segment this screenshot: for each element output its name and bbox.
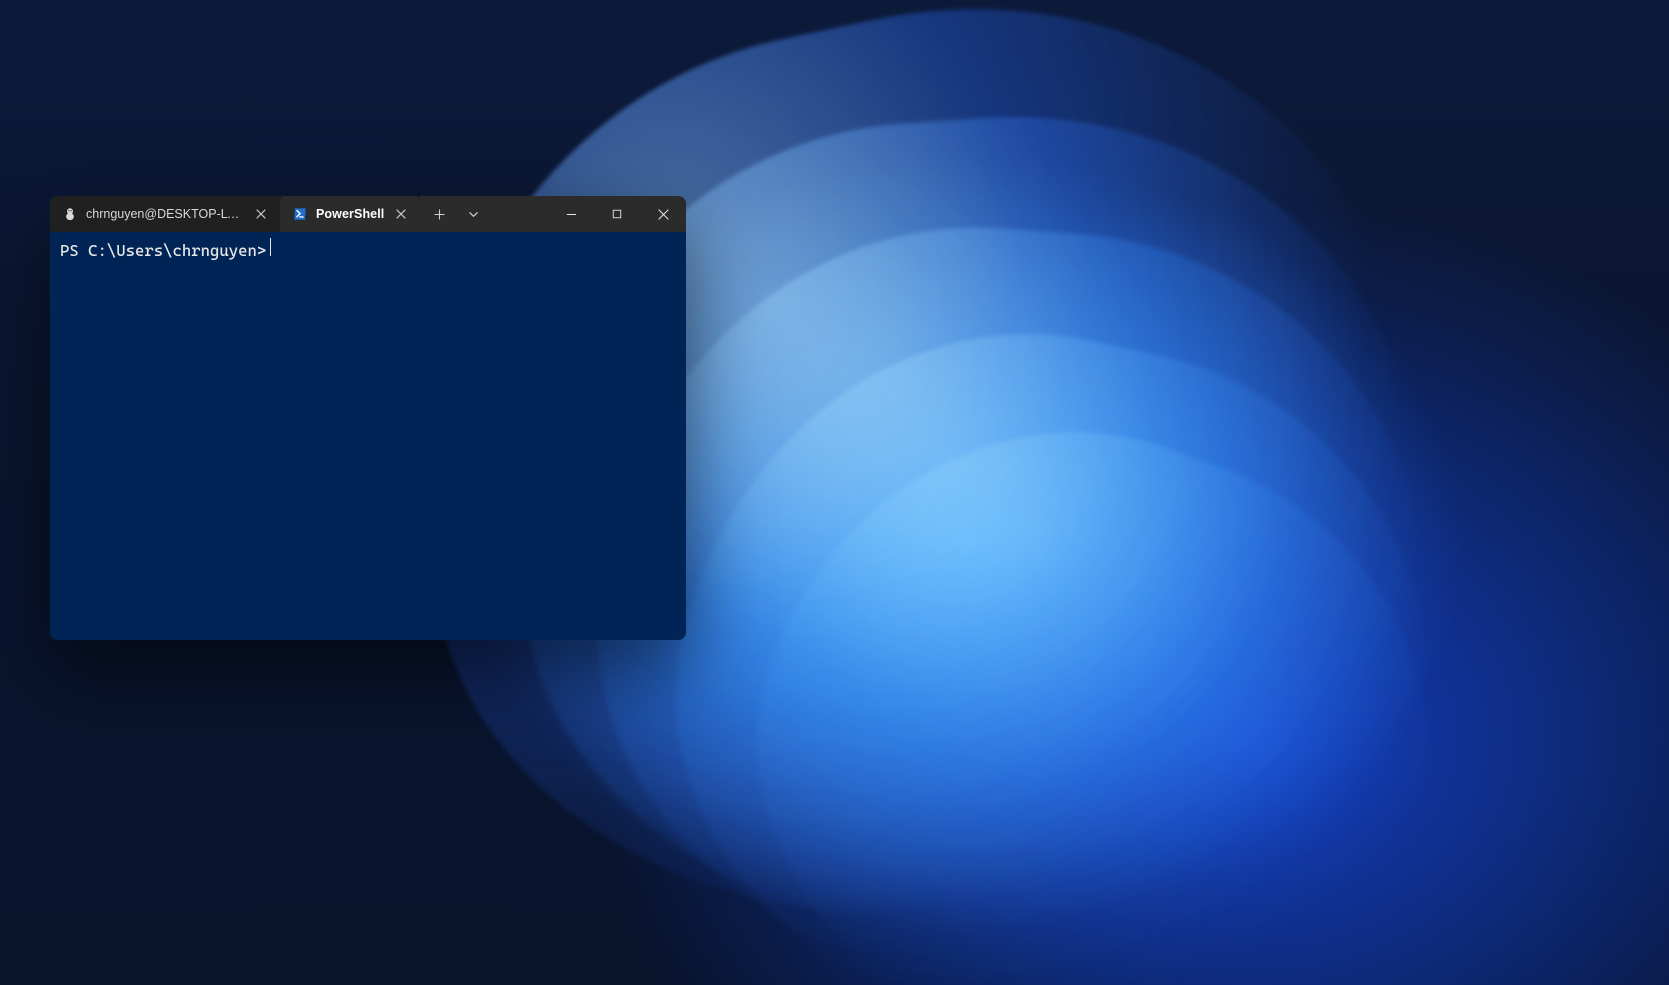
close-icon xyxy=(256,209,266,219)
cursor xyxy=(270,238,271,256)
titlebar[interactable]: chrnguyen@DESKTOP-LT7NSCG: ~ xyxy=(50,196,686,232)
plus-icon xyxy=(434,209,445,220)
desktop-background: chrnguyen@DESKTOP-LT7NSCG: ~ xyxy=(0,0,1669,985)
minimize-button[interactable] xyxy=(548,196,594,232)
tux-icon xyxy=(62,206,78,222)
tab-title: PowerShell xyxy=(316,207,384,221)
maximize-button[interactable] xyxy=(594,196,640,232)
new-tab-button[interactable] xyxy=(422,199,456,229)
prompt-line: PS C:\Users\chrnguyen> xyxy=(60,238,676,262)
minimize-icon xyxy=(566,209,577,220)
tabbar-actions xyxy=(420,196,492,232)
close-icon xyxy=(396,209,406,219)
tab-close-button[interactable] xyxy=(252,205,270,223)
chevron-down-icon xyxy=(468,209,479,220)
titlebar-drag-region[interactable] xyxy=(492,196,548,232)
tab-wsl[interactable]: chrnguyen@DESKTOP-LT7NSCG: ~ xyxy=(50,196,280,232)
maximize-icon xyxy=(612,209,622,219)
terminal-window[interactable]: chrnguyen@DESKTOP-LT7NSCG: ~ xyxy=(50,196,686,640)
close-icon xyxy=(658,209,669,220)
close-window-button[interactable] xyxy=(640,196,686,232)
caption-controls xyxy=(548,196,686,232)
tab-dropdown-button[interactable] xyxy=(456,199,490,229)
tab-close-button[interactable] xyxy=(392,205,410,223)
powershell-icon xyxy=(292,206,308,222)
terminal-body[interactable]: PS C:\Users\chrnguyen> xyxy=(50,232,686,640)
prompt-text: PS C:\Users\chrnguyen> xyxy=(60,241,266,262)
tab-powershell[interactable]: PowerShell xyxy=(280,196,420,232)
tab-title: chrnguyen@DESKTOP-LT7NSCG: ~ xyxy=(86,207,244,221)
tab-strip: chrnguyen@DESKTOP-LT7NSCG: ~ xyxy=(50,196,420,232)
